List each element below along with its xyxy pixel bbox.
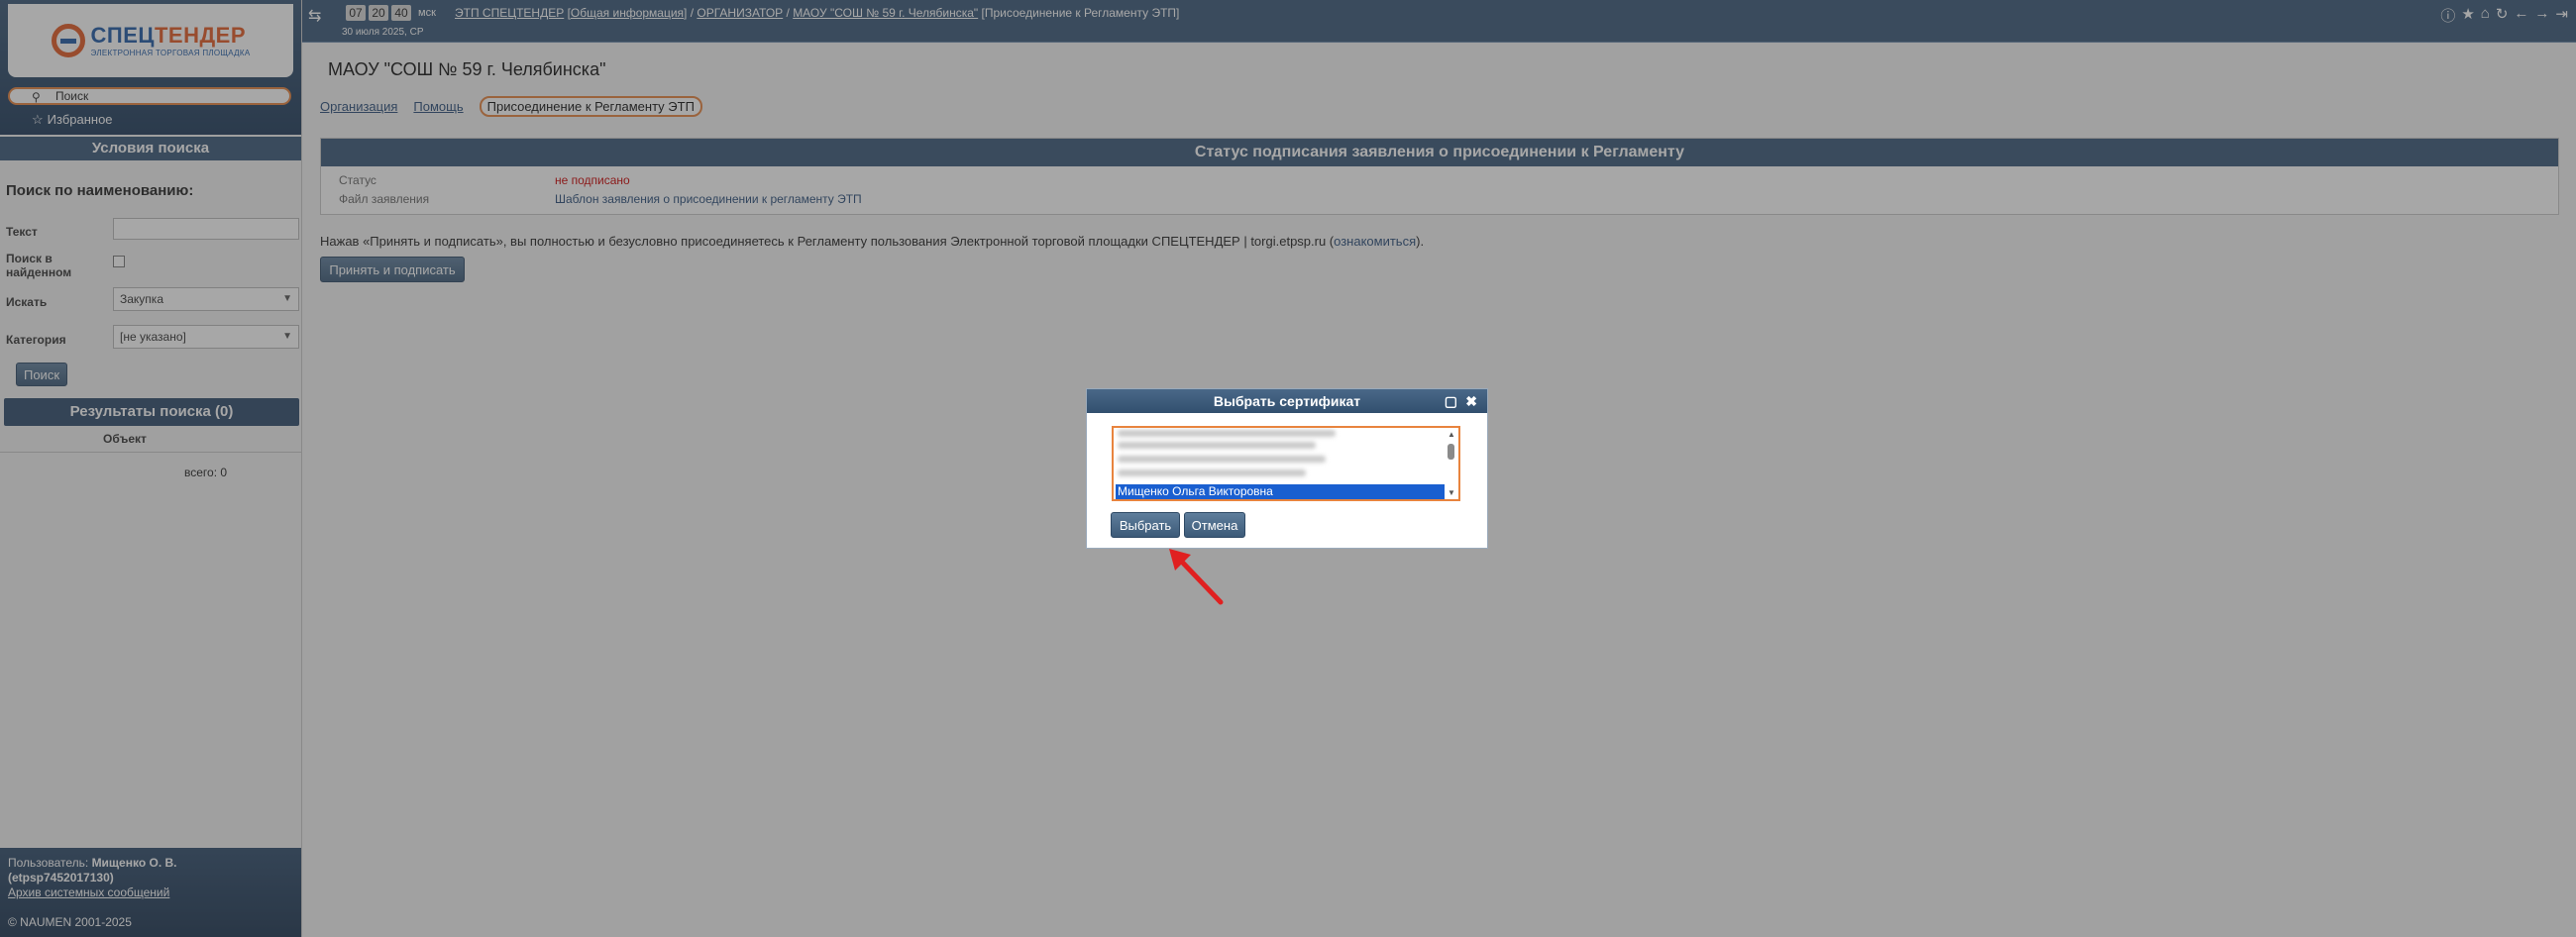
maximize-icon[interactable]: ▢	[1445, 389, 1457, 413]
app-window: СПЕЦТЕНДЕР ЭЛЕКТРОННАЯ ТОРГОВАЯ ПЛОЩАДКА…	[0, 0, 2576, 937]
scroll-up-icon[interactable]: ▲	[1448, 430, 1455, 439]
certificate-list[interactable]: Мищенко Ольга Викторовна ▲ ▼	[1112, 426, 1460, 501]
dialog-title: Выбрать сертификат	[1213, 393, 1361, 409]
hidden-cert-item[interactable]	[1118, 469, 1306, 476]
select-button[interactable]: Выбрать	[1111, 512, 1180, 538]
selected-certificate[interactable]: Мищенко Ольга Викторовна	[1116, 484, 1445, 499]
list-scrollbar[interactable]: ▲ ▼	[1446, 430, 1457, 497]
cancel-button[interactable]: Отмена	[1184, 512, 1245, 538]
scroll-thumb[interactable]	[1448, 444, 1454, 460]
hidden-cert-item[interactable]	[1118, 456, 1326, 463]
hidden-cert-item[interactable]	[1118, 442, 1316, 449]
select-certificate-dialog: Выбрать сертификат ▢ ✖ Мищенко Ольга Вик…	[1086, 388, 1488, 549]
scroll-down-icon[interactable]: ▼	[1448, 488, 1455, 497]
dialog-header: Выбрать сертификат ▢ ✖	[1087, 389, 1487, 413]
close-icon[interactable]: ✖	[1465, 389, 1477, 413]
annotation-arrow-icon	[1169, 549, 1224, 605]
hidden-cert-item[interactable]	[1118, 430, 1336, 437]
